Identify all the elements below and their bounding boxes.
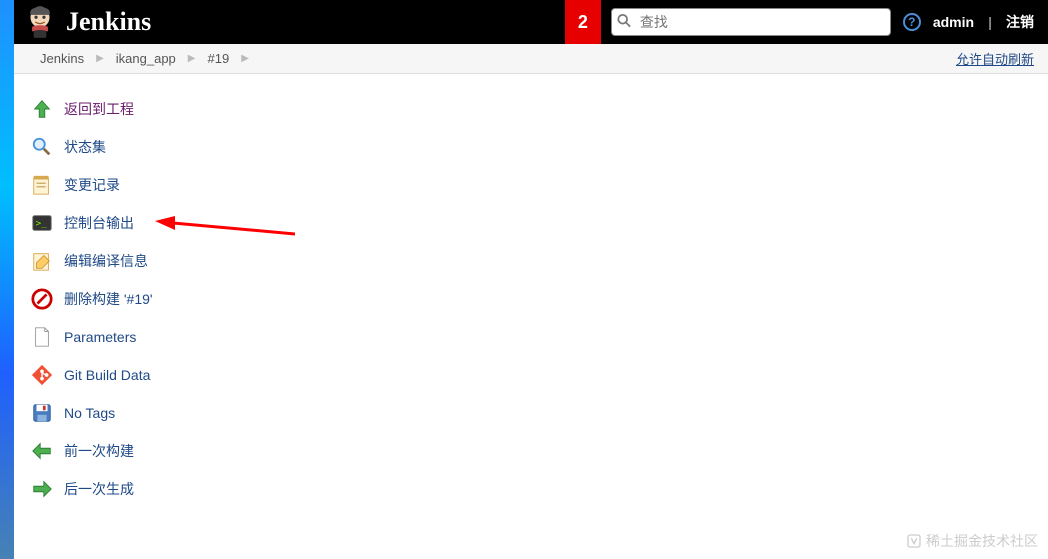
- sidebar-item-label: 控制台输出: [64, 213, 134, 233]
- sidebar-item-prev[interactable]: 前一次构建: [24, 432, 334, 470]
- edit-info-icon: [30, 249, 54, 273]
- watermark-text: 稀土掘金技术社区: [926, 531, 1038, 551]
- sidebar-item-status[interactable]: 状态集: [24, 128, 334, 166]
- terminal-icon: >_: [30, 211, 54, 235]
- sidebar-item-delete[interactable]: 删除构建 '#19': [24, 280, 334, 318]
- sidebar-item-label: No Tags: [64, 405, 115, 421]
- chevron-right-icon: ▶: [241, 53, 249, 64]
- logout-link[interactable]: 注销: [1006, 12, 1034, 32]
- jenkins-logo-icon: [24, 3, 56, 41]
- watermark-icon: [906, 533, 922, 549]
- left-edge-decoration: [0, 0, 14, 559]
- document-icon: [30, 325, 54, 349]
- search-input[interactable]: [611, 8, 891, 36]
- header: Jenkins 2 ? admin | 注销: [14, 0, 1048, 44]
- sidebar-item-label: 状态集: [64, 137, 106, 157]
- sidebar-item-notags[interactable]: No Tags: [24, 394, 334, 432]
- sidebar: 返回到工程 状态集 变更记录 >_ 控制台输出 编辑编译信息 删除构建 '#19…: [14, 74, 334, 508]
- user-link[interactable]: admin: [933, 14, 974, 30]
- breadcrumb-bar: Jenkins ▶ ikang_app ▶ #19 ▶ 允许自动刷新: [14, 44, 1048, 74]
- left-arrow-icon: [30, 439, 54, 463]
- breadcrumb-project[interactable]: ikang_app: [104, 51, 188, 66]
- sidebar-item-back[interactable]: 返回到工程: [24, 90, 334, 128]
- notification-badge[interactable]: 2: [565, 0, 601, 44]
- divider: |: [988, 14, 992, 30]
- search-icon: [617, 14, 631, 31]
- notepad-icon: [30, 173, 54, 197]
- svg-text:>_: >_: [36, 218, 48, 229]
- git-icon: [30, 363, 54, 387]
- chevron-right-icon: ▶: [188, 53, 196, 64]
- sidebar-item-next[interactable]: 后一次生成: [24, 470, 334, 508]
- breadcrumb-jenkins[interactable]: Jenkins: [28, 51, 96, 66]
- sidebar-item-label: 后一次生成: [64, 479, 134, 499]
- sidebar-item-label: 变更记录: [64, 175, 120, 195]
- sidebar-item-label: 返回到工程: [64, 99, 134, 119]
- magnifier-icon: [30, 135, 54, 159]
- sidebar-item-git[interactable]: Git Build Data: [24, 356, 334, 394]
- help-icon[interactable]: ?: [903, 13, 921, 31]
- save-icon: [30, 401, 54, 425]
- logo-area[interactable]: Jenkins: [14, 3, 151, 41]
- sidebar-item-label: 前一次构建: [64, 441, 134, 461]
- sidebar-item-label: 编辑编译信息: [64, 251, 148, 271]
- sidebar-item-console[interactable]: >_ 控制台输出: [24, 204, 334, 242]
- watermark: 稀土掘金技术社区: [906, 531, 1038, 551]
- sidebar-item-parameters[interactable]: Parameters: [24, 318, 334, 356]
- chevron-right-icon: ▶: [96, 53, 104, 64]
- sidebar-item-changes[interactable]: 变更记录: [24, 166, 334, 204]
- up-arrow-icon: [30, 97, 54, 121]
- breadcrumb-build[interactable]: #19: [195, 51, 241, 66]
- right-arrow-icon: [30, 477, 54, 501]
- sidebar-item-label: Parameters: [64, 329, 136, 345]
- sidebar-item-label: Git Build Data: [64, 367, 150, 383]
- sidebar-item-edit-info[interactable]: 编辑编译信息: [24, 242, 334, 280]
- user-area: admin | 注销: [933, 12, 1048, 32]
- brand-title: Jenkins: [66, 7, 151, 37]
- sidebar-item-label: 删除构建 '#19': [64, 289, 153, 309]
- search-container: [611, 8, 891, 36]
- auto-refresh-link[interactable]: 允许自动刷新: [956, 49, 1034, 68]
- delete-icon: [30, 287, 54, 311]
